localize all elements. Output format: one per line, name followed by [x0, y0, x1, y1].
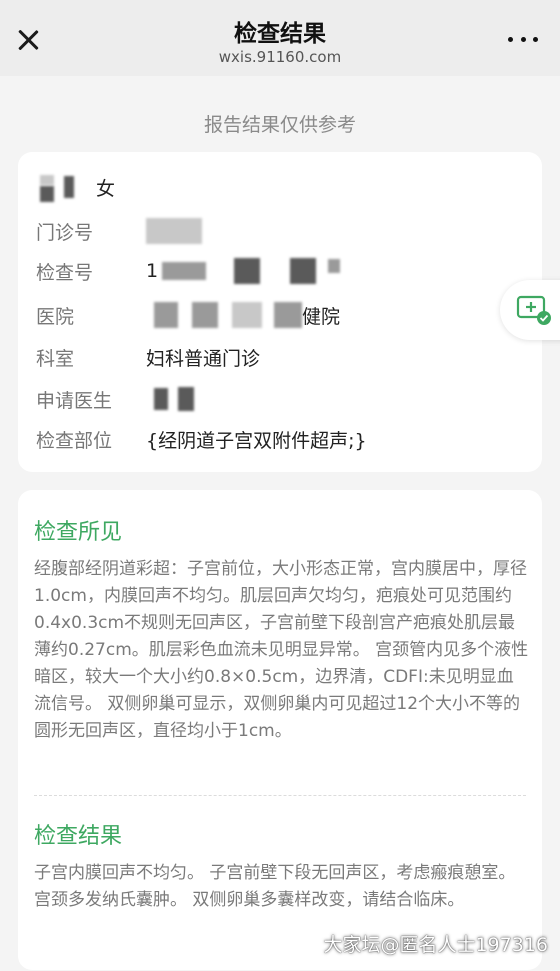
redacted-value	[154, 302, 178, 328]
redacted-value	[328, 259, 341, 273]
findings-text: 经腹部经阴道彩超：子宫前位，大小形态正常，宫内膜居中，厚径1.0cm，内膜回声不…	[34, 559, 529, 741]
redacted-value	[274, 302, 302, 328]
info-label: 申请医生	[36, 389, 113, 412]
info-label: 科室	[36, 347, 75, 370]
dot	[533, 36, 538, 42]
redacted-value	[162, 262, 207, 280]
section-divider	[34, 795, 526, 796]
results-text: 子宫内膜回声不均匀。 子宫前壁下段无回声区，考虑瘢痕憩室。 宫颈多发纳氏囊肿。 …	[34, 863, 516, 910]
info-label: 检查部位	[36, 429, 113, 452]
floating-action-button[interactable]	[500, 280, 560, 340]
page-url: wxis.91160.com	[218, 48, 342, 66]
patient-gender: 女	[96, 177, 116, 200]
redacted-value	[290, 258, 317, 284]
redacted-value	[232, 302, 262, 328]
info-value: 妇科普通门诊	[146, 347, 261, 370]
findings-title: 检查所见	[34, 520, 123, 545]
page-title: 检查结果	[234, 21, 326, 47]
watermark: 大家坛@匿名人士197316	[323, 934, 548, 956]
redacted-value	[192, 302, 218, 328]
info-label: 门诊号	[36, 221, 94, 244]
info-label: 医院	[36, 305, 75, 328]
more-options-icon[interactable]	[508, 34, 538, 44]
redacted-value	[178, 387, 194, 411]
redacted-value	[234, 258, 261, 284]
patient-info-card: 女 门诊号 检查号 1 医院 健院 科室 妇科普通门诊 申请医生 检查部位 {经…	[18, 152, 542, 472]
info-row-doctor: 申请医生	[36, 384, 194, 414]
redacted-name-part	[40, 175, 54, 185]
top-bar: 检查结果 wxis.91160.com	[0, 0, 560, 76]
patient-name-row: 女	[36, 172, 115, 202]
dot	[508, 36, 513, 42]
info-row-outpatient-no: 门诊号	[36, 216, 202, 246]
info-row-exam-site: 检查部位 {经阴道子宫双附件超声;}	[36, 424, 367, 454]
info-value: 健院	[302, 305, 341, 328]
report-card: 检查所见 经腹部经阴道彩超：子宫前位，大小形态正常，宫内膜居中，厚径1.0cm，…	[18, 490, 542, 970]
redacted-value	[154, 388, 168, 410]
info-value: {经阴道子宫双附件超声;}	[146, 429, 367, 452]
redacted-name-part	[64, 176, 74, 198]
info-row-exam-no: 检查号 1	[36, 256, 341, 286]
redacted-name-part	[40, 186, 54, 202]
results-title: 检查结果	[34, 824, 123, 849]
info-row-department: 科室 妇科普通门诊	[36, 342, 260, 372]
info-row-hospital: 医院 健院	[36, 300, 340, 330]
redacted-value	[146, 218, 202, 244]
info-value: 1	[146, 260, 159, 282]
dot	[520, 36, 526, 42]
info-label: 检查号	[36, 261, 94, 284]
report-notice: 报告结果仅供参考	[203, 114, 356, 136]
add-chat-icon	[516, 295, 551, 325]
